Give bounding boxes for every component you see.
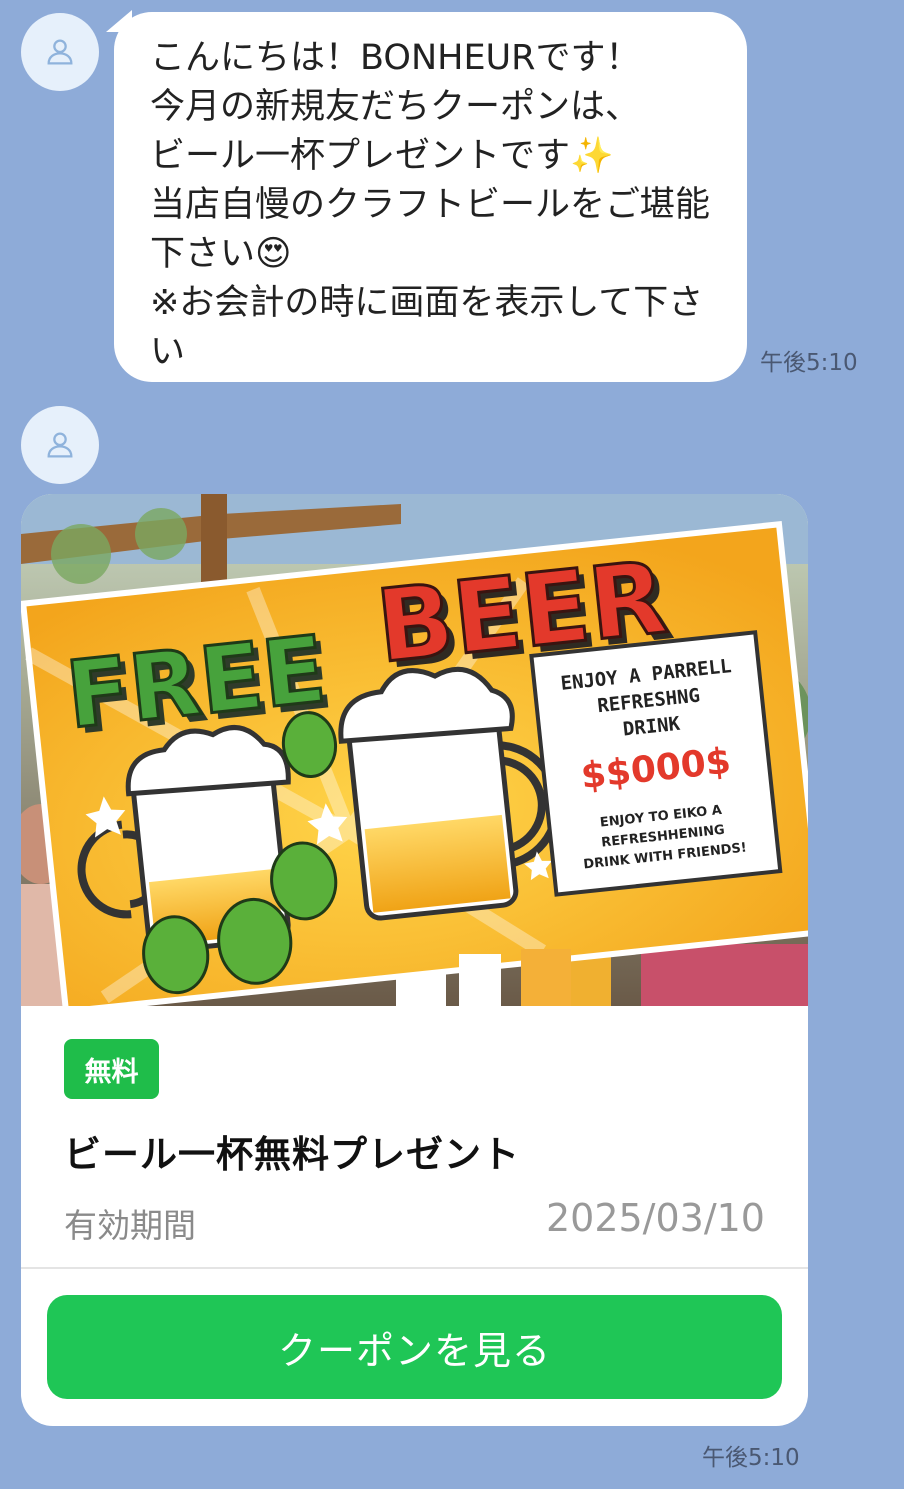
card-divider [21,1267,808,1269]
free-badge: 無料 [64,1039,159,1099]
message-text: こんにちは！BONHEURです！ 今月の新規友だちクーポンは、 ビール一杯プレゼ… [150,38,711,372]
coupon-image[interactable]: FREE FREE BEER BEER ENJOY A PARRELL REFR… [21,494,808,1006]
message-timestamp: 午後5:10 [760,350,858,376]
view-coupon-button[interactable]: クーポンを見る [47,1295,782,1399]
user-avatar-icon [47,39,73,65]
sender-avatar[interactable] [21,13,99,91]
promo-sign: ENJOY A PARRELL REFRESHNG DRINK $$000$ E… [529,630,783,897]
validity-date: 2025/03/10 [545,1196,765,1240]
coupon-timestamp: 午後5:10 [702,1445,800,1471]
message-bubble[interactable]: こんにちは！BONHEURです！ 今月の新規友だちクーポンは、 ビール一杯プレゼ… [114,12,747,382]
sender-avatar[interactable] [21,406,99,484]
validity-label: 有効期間 [64,1206,196,1245]
coupon-card[interactable]: FREE FREE BEER BEER ENJOY A PARRELL REFR… [21,494,808,1426]
coupon-title: ビール一杯無料プレゼント [64,1133,520,1176]
user-avatar-icon [47,432,73,458]
